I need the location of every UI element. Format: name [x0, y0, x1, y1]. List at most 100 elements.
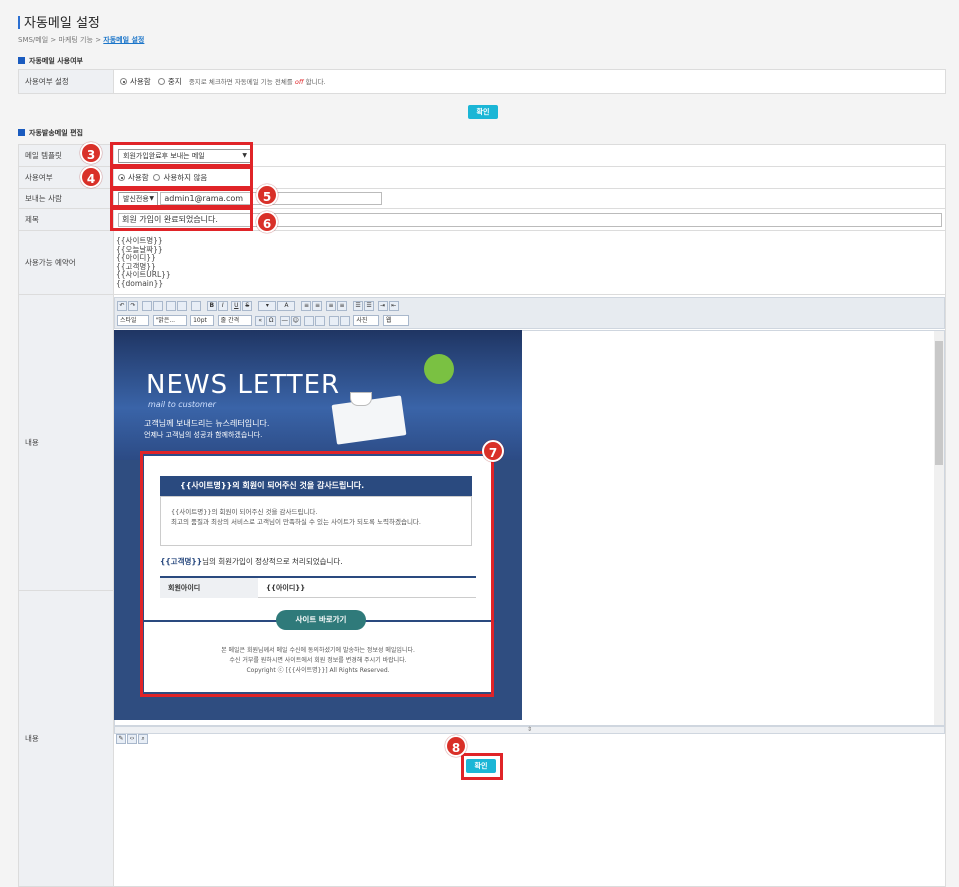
breadcrumb-separator: >	[95, 36, 102, 44]
align-right-icon[interactable]: ≡	[326, 301, 337, 311]
bold-icon[interactable]: B	[206, 301, 217, 311]
photo-button[interactable]: 사진	[353, 315, 380, 326]
paste-text-icon[interactable]	[177, 301, 188, 311]
marker-7: 7	[482, 440, 504, 462]
breadcrumb-item[interactable]: 마케팅 기능	[59, 36, 93, 44]
redo-icon[interactable]: ↷	[128, 301, 138, 311]
preview-icon[interactable]: ⌕	[138, 734, 148, 744]
size-select[interactable]: 10pt	[190, 315, 215, 326]
usage-setting-label: 사용여부 설정	[18, 69, 114, 94]
reserved-word: {{오늘날짜}}	[116, 244, 163, 254]
reserved-word: {{사이트URL}}	[116, 270, 171, 279]
reserved-words-list: {{사이트명}} {{오늘날짜}} {{아이디}} {{고객명}} {{사이트U…	[113, 230, 946, 295]
font-color-icon[interactable]: A	[277, 301, 296, 311]
web-label: 웹	[385, 317, 392, 324]
hr-icon[interactable]: ―	[279, 315, 290, 326]
radio-use-mail-label: 사용함	[128, 173, 149, 182]
section-title-edit: 자동발송메일 편집	[18, 128, 83, 138]
reserved-word: {{아이디}}	[116, 253, 156, 262]
newsletter-footer-1: 본 메일은 회원님께서 메일 수신에 동의하셨기에 발송하는 정보성 메일입니다…	[221, 647, 415, 654]
newsletter-id-value: {{아이디}}	[266, 584, 306, 592]
radio-stop-label: 중지	[167, 77, 182, 86]
site-shortcut-button[interactable]: 사이트 바로가기	[276, 610, 366, 630]
reserved-word: {{사이트명}}	[116, 236, 163, 245]
font-select[interactable]: "맑은...	[152, 315, 187, 326]
breadcrumb: SMS/메일 > 마케팅 기능 > 자동메일 설정	[18, 35, 144, 45]
breadcrumb-item[interactable]: SMS/메일	[18, 36, 48, 44]
newsletter-footer-3: Copyright ⓒ [{{사이트명}}] All Rights Reserv…	[246, 667, 390, 674]
reserved-word: {{고객명}}	[116, 261, 156, 271]
sender-type-select[interactable]: 발신전용	[118, 191, 158, 206]
marker-3: 3	[80, 142, 102, 164]
breadcrumb-separator: >	[50, 36, 57, 44]
indent-icon[interactable]: ⇥	[377, 301, 388, 311]
newsletter-id-label: 회원아이디	[160, 578, 258, 598]
newsletter-desc-1: 고객님께 보내드리는 뉴스레터입니다.	[144, 419, 270, 428]
usage-settings-table: 사용여부 설정 사용함 중지 중지로 체크하면 자동메일 기능 전체를 off …	[18, 69, 946, 94]
reserved-word: {{domain}}	[116, 278, 164, 288]
align-justify-icon[interactable]: ≡	[337, 301, 348, 311]
table-icon[interactable]	[190, 301, 201, 311]
italic-icon[interactable]: I	[217, 301, 228, 311]
undo-icon[interactable]: ↶	[117, 301, 127, 311]
subject-input[interactable]: 회원 가입이 완료되었습니다.	[118, 212, 942, 227]
marker-5: 5	[256, 184, 278, 206]
web-button[interactable]: 웹	[382, 315, 409, 326]
newsletter-desc-2: 언제나 고객님의 성공과 함께하겠습니다.	[144, 431, 263, 439]
photo-label: 사진	[356, 317, 368, 324]
emoticon-icon[interactable]: ☺	[290, 315, 301, 326]
newsletter-subtitle: mail to customer	[148, 400, 216, 409]
html-mode-icon[interactable]: ‹›	[127, 734, 137, 744]
editor-resize-handle[interactable]: ⇕	[114, 726, 945, 734]
newsletter-message-2: 최고의 품질과 최상의 서비스로 고객님이 만족하실 수 있는 사이트가 되도록…	[171, 518, 421, 526]
template-select[interactable]: 회원가입완료후 보내는 메일	[118, 148, 251, 163]
unlink-icon[interactable]	[339, 315, 350, 326]
newsletter-status-text: 님의 회원가입이 정상적으로 처리되었습니다.	[202, 557, 343, 566]
quote-icon[interactable]: «	[255, 315, 266, 326]
newsletter-message-box: {{사이트명}}의 회원이 되어주신 것을 감사드립니다. 최고의 품질과 최상…	[160, 496, 472, 546]
newsletter-preview: NEWS LETTER mail to customer 고객님께 보내드리는 …	[114, 330, 522, 720]
editor-toolbar: ↶ ↷ BI US ▾ A ≡ ≡ ≡ ≡ ☰ ☰ ⇥ ⇤ 스타일 "맑은... 10pt …	[114, 297, 945, 329]
editor-scrollbar-thumb[interactable]	[935, 341, 943, 465]
align-left-icon[interactable]: ≡	[301, 301, 312, 311]
marker-4: 4	[80, 166, 102, 188]
leaf-illustration	[424, 354, 454, 384]
strike-icon[interactable]: S	[242, 301, 253, 311]
paste-icon[interactable]	[166, 301, 177, 311]
radio-use[interactable]	[120, 78, 127, 85]
align-center-icon[interactable]: ≡	[312, 301, 323, 311]
confirm-button-edit[interactable]: 확인	[466, 759, 496, 773]
toolbar-row-1: ↶ ↷ BI US ▾ A ≡ ≡ ≡ ≡ ☰ ☰ ⇥ ⇤	[117, 301, 400, 311]
editor-scrollbar[interactable]	[934, 331, 944, 725]
radio-no-use-mail[interactable]	[153, 174, 161, 181]
subject-label: 제목	[18, 208, 114, 231]
newsletter-banner: {{사이트명}}의 회원이 되어주신 것을 감사드립니다.	[160, 476, 472, 496]
confirm-button-usage[interactable]: 확인	[468, 105, 498, 119]
style-select[interactable]: 스타일	[117, 315, 149, 326]
editor-mode-bar: ✎ ‹› ⌕	[116, 734, 160, 744]
cut-icon[interactable]	[152, 301, 163, 311]
radio-use-mail[interactable]	[118, 174, 125, 181]
line-spacing-select[interactable]: 줄 간격	[217, 315, 252, 326]
underline-icon[interactable]: U	[231, 301, 242, 311]
outdent-icon[interactable]: ⇤	[388, 301, 399, 311]
newsletter-footer-2: 수신 거부를 원하시면 사이트에서 회원 정보를 변경해 주시기 바랍니다.	[229, 657, 407, 664]
bullet-list-icon[interactable]: ☰	[364, 301, 375, 311]
newsletter-title: NEWS LETTER	[146, 370, 341, 400]
highlight-color-icon[interactable]: ▾	[258, 301, 277, 311]
marker-6: 6	[256, 211, 278, 233]
special-char-icon[interactable]: Ω	[266, 315, 277, 326]
file-icon[interactable]	[315, 315, 326, 326]
content-label-2: 내용	[18, 590, 114, 887]
ordered-list-icon[interactable]: ☰	[353, 301, 364, 311]
marker-8: 8	[445, 735, 467, 757]
section-bullet-icon	[18, 129, 25, 136]
radio-stop[interactable]	[157, 78, 165, 85]
edit-mode-icon[interactable]: ✎	[116, 734, 126, 744]
breadcrumb-current[interactable]: 자동메일 설정	[103, 36, 144, 44]
copy-icon[interactable]	[141, 301, 152, 311]
newsletter-customer-name: {{고객명}}	[160, 557, 203, 566]
link-icon[interactable]	[328, 315, 339, 326]
newsletter-id-row: 회원아이디 {{아이디}}	[160, 576, 476, 598]
image-icon[interactable]	[304, 315, 315, 326]
